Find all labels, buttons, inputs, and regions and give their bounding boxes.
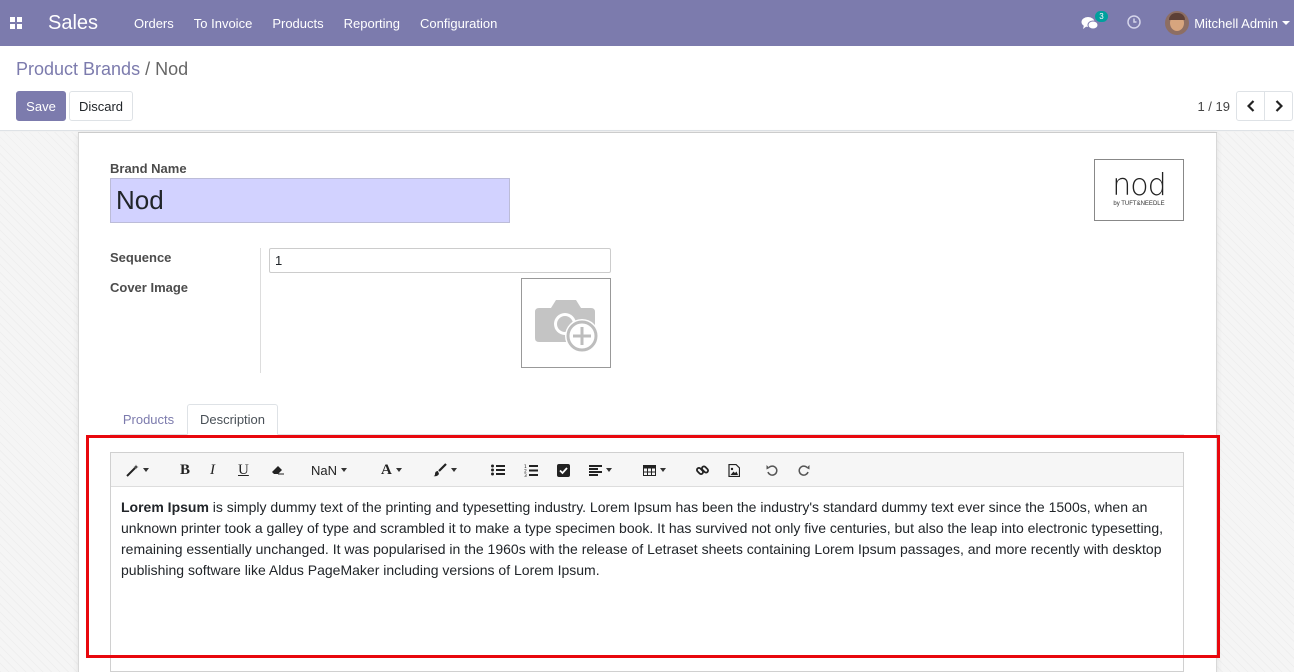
breadcrumb-separator: /: [145, 59, 151, 79]
menu-to-invoice[interactable]: To Invoice: [194, 16, 253, 31]
discard-button[interactable]: Discard: [69, 91, 133, 121]
checkbox-icon: [557, 463, 570, 477]
chat-count-badge: 3: [1095, 11, 1108, 22]
sequence-label: Sequence: [110, 250, 172, 265]
navbar-right: 3 Mitchell Admin: [1081, 0, 1294, 46]
menu-products[interactable]: Products: [272, 16, 323, 31]
description-editor[interactable]: B I U NaN A 123 Lorem Ipsum is simply du…: [110, 452, 1184, 672]
editor-content[interactable]: Lorem Ipsum is simply dummy text of the …: [121, 497, 1173, 581]
breadcrumb-current: Nod: [155, 59, 189, 79]
tab-description[interactable]: Description: [187, 404, 278, 435]
insert-image-button[interactable]: [728, 461, 740, 479]
pager-next-button[interactable]: [1264, 91, 1293, 121]
magic-style-button[interactable]: [126, 461, 149, 479]
underline-button[interactable]: U: [238, 461, 249, 479]
checklist-button[interactable]: [557, 461, 570, 479]
messaging-button[interactable]: 3: [1081, 11, 1108, 35]
pager-previous-button[interactable]: [1236, 91, 1265, 121]
numbered-list-button[interactable]: 123: [524, 461, 538, 479]
bullet-list-icon: [491, 464, 505, 476]
user-name[interactable]: Mitchell Admin: [1194, 16, 1278, 31]
background-color-dropdown[interactable]: [433, 461, 457, 479]
undo-button[interactable]: [766, 461, 778, 479]
paragraph-align-dropdown[interactable]: [589, 461, 612, 479]
content-text: is simply dummy text of the printing and…: [121, 499, 1164, 578]
grid-icon[interactable]: [0, 0, 32, 46]
cover-image-upload[interactable]: [521, 278, 611, 368]
field-divider: [260, 248, 261, 373]
cover-image-label: Cover Image: [110, 280, 189, 295]
table-icon: [643, 464, 656, 476]
redo-icon: [798, 465, 810, 476]
font-color-icon: A: [381, 461, 392, 478]
user-avatar[interactable]: [1165, 11, 1190, 35]
insert-link-button[interactable]: [696, 461, 709, 479]
editor-toolbar: B I U NaN A 123: [111, 453, 1183, 487]
bullet-list-button[interactable]: [491, 461, 505, 479]
control-panel: Product Brands / Nod Save Discard 1 / 19: [0, 46, 1294, 131]
camera-add-icon: [535, 300, 599, 353]
menu-configuration[interactable]: Configuration: [420, 16, 497, 31]
chevron-left-icon: [1246, 100, 1254, 112]
paint-brush-icon: [433, 463, 447, 477]
activity-clock-icon[interactable]: [1127, 14, 1141, 32]
user-menu-caret-icon[interactable]: [1282, 21, 1290, 25]
content-bold-text: Lorem Ipsum: [121, 499, 209, 515]
save-button[interactable]: Save: [16, 91, 66, 121]
pager-value[interactable]: 1 / 19: [1197, 99, 1230, 114]
sequence-field[interactable]: 1: [269, 248, 611, 273]
numbered-list-icon: 123: [524, 464, 538, 477]
undo-icon: [766, 465, 778, 476]
breadcrumb-product-brands[interactable]: Product Brands: [16, 59, 140, 79]
top-navbar: Sales Orders To Invoice Products Reporti…: [0, 0, 1294, 46]
brand-name-field[interactable]: Nod: [110, 178, 510, 223]
tab-products[interactable]: Products: [110, 404, 187, 435]
link-icon: [696, 465, 709, 475]
font-size-value: NaN: [311, 462, 338, 478]
italic-button[interactable]: I: [210, 461, 215, 479]
menu-orders[interactable]: Orders: [134, 16, 174, 31]
chevron-right-icon: [1275, 100, 1283, 112]
magic-wand-icon: [126, 464, 139, 477]
font-size-dropdown[interactable]: NaN: [311, 461, 348, 479]
app-name[interactable]: Sales: [48, 12, 98, 35]
image-icon: [728, 463, 740, 477]
svg-text:3: 3: [524, 473, 527, 477]
table-dropdown[interactable]: [643, 461, 666, 479]
font-color-dropdown[interactable]: A: [381, 461, 402, 479]
eraser-icon: [272, 466, 284, 475]
bold-button[interactable]: B: [180, 461, 190, 479]
align-left-icon: [589, 464, 602, 476]
menu-reporting[interactable]: Reporting: [344, 16, 400, 31]
brand-name-label: Brand Name: [110, 161, 187, 176]
brand-logo-image[interactable]: nod by TUFT&NEEDLE: [1094, 159, 1184, 221]
remove-format-button[interactable]: [271, 461, 285, 479]
sheet-top-border: [78, 132, 1217, 136]
breadcrumb: Product Brands / Nod: [16, 59, 188, 80]
redo-button[interactable]: [798, 461, 810, 479]
logo-text: nod: [1112, 168, 1166, 203]
main-menu: Orders To Invoice Products Reporting Con…: [134, 16, 517, 31]
logo-subtext: by TUFT&NEEDLE: [1113, 201, 1165, 207]
